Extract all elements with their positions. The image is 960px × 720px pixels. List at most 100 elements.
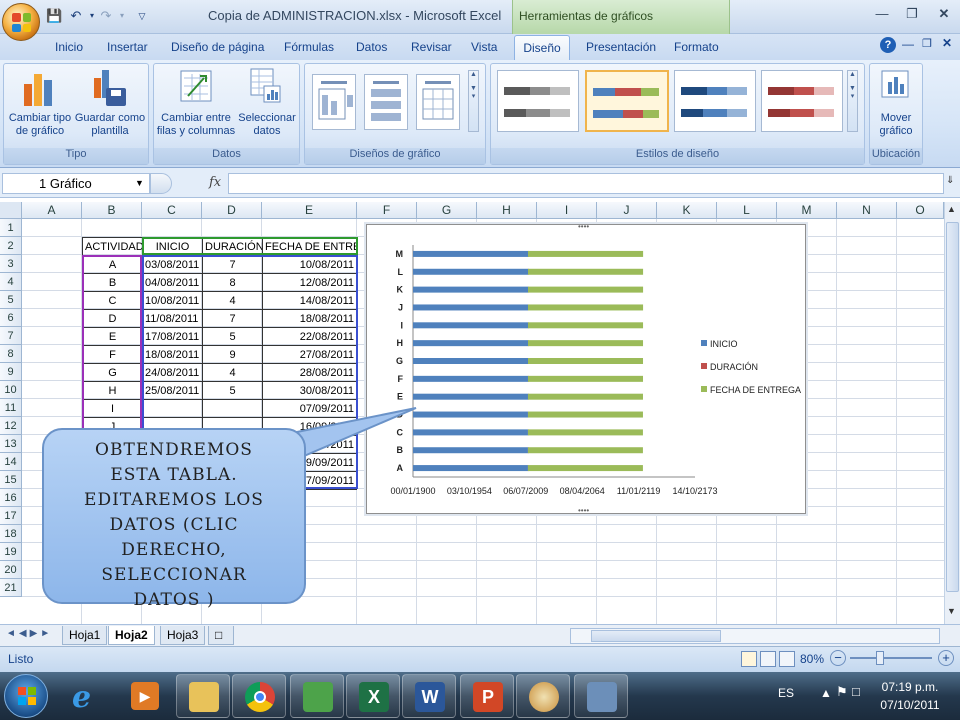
taskbar-excel-icon[interactable]: X	[346, 674, 400, 718]
chart-style-3[interactable]	[674, 70, 756, 132]
row-header[interactable]: 11	[0, 399, 22, 417]
zoom-slider-thumb[interactable]	[876, 651, 884, 665]
save-template-button[interactable]: Guardar como plantilla	[74, 66, 146, 146]
chart-area[interactable]: ABCDEFGHIJKLM00/01/190003/10/195406/07/2…	[366, 224, 806, 514]
tab-inicio[interactable]: Inicio	[55, 40, 83, 54]
column-header[interactable]: L	[717, 202, 777, 219]
wb-minimize-icon[interactable]: —	[902, 37, 914, 51]
table-header-cell[interactable]: INICIO	[142, 237, 203, 256]
scroll-up-icon[interactable]: ▲	[947, 204, 956, 214]
help-icon[interactable]: ?	[880, 37, 896, 53]
tab-vista[interactable]: Vista	[471, 40, 497, 54]
chart-style-4[interactable]	[761, 70, 843, 132]
taskbar-chrome-icon[interactable]	[232, 674, 286, 718]
sheet-tab-hoja3[interactable]: Hoja3	[160, 626, 206, 645]
row-header[interactable]: 19	[0, 543, 22, 561]
tab-datos[interactable]: Datos	[356, 40, 387, 54]
table-cell[interactable]: 10/08/2011	[142, 291, 203, 310]
column-header[interactable]: E	[262, 202, 357, 219]
row-header[interactable]: 18	[0, 525, 22, 543]
styles-scroll[interactable]: ▲ ▼ ▾	[847, 70, 858, 132]
taskbar-ie-icon[interactable]: e	[60, 674, 114, 718]
expand-formula-icon[interactable]: ⇓	[946, 175, 954, 186]
row-header[interactable]: 21	[0, 579, 22, 597]
customize-qat-icon[interactable]: ▽	[134, 8, 150, 24]
save-icon[interactable]: 💾	[46, 8, 62, 24]
table-cell[interactable]: 9	[202, 345, 263, 364]
taskbar-window-icon[interactable]	[574, 674, 628, 718]
redo-icon[interactable]: ↷	[98, 8, 114, 24]
taskbar-media-player-icon[interactable]: ▶	[118, 674, 172, 718]
table-cell[interactable]: 4	[202, 363, 263, 382]
row-header[interactable]: 8	[0, 345, 22, 363]
fx-icon[interactable]: fx	[209, 175, 221, 190]
taskbar-powerpoint-icon[interactable]: P	[460, 674, 514, 718]
column-header[interactable]: H	[477, 202, 537, 219]
minimize-icon[interactable]: —	[870, 4, 894, 24]
tab-formulas[interactable]: Fórmulas	[284, 40, 334, 54]
page-break-view-icon[interactable]	[779, 651, 795, 667]
tab-diseno-pagina[interactable]: Diseño de página	[171, 40, 264, 54]
select-all-corner[interactable]	[0, 202, 22, 219]
table-cell[interactable]: 22/08/2011	[262, 327, 357, 346]
table-cell[interactable]: 8	[202, 273, 263, 292]
row-header[interactable]: 20	[0, 561, 22, 579]
move-chart-button[interactable]: Mover gráfico	[871, 66, 921, 146]
sheet-tab-hoja2[interactable]: Hoja2	[108, 626, 155, 645]
chart-style-2-selected[interactable]	[585, 70, 669, 132]
column-header[interactable]: M	[777, 202, 837, 219]
zoom-slider[interactable]	[850, 657, 932, 659]
table-cell[interactable]: G	[82, 363, 143, 382]
normal-view-icon[interactable]	[741, 651, 757, 667]
table-header-cell[interactable]: FECHA DE ENTREGA	[262, 237, 357, 256]
row-header[interactable]: 10	[0, 381, 22, 399]
table-cell[interactable]: 5	[202, 381, 263, 400]
table-cell[interactable]: 18/08/2011	[142, 345, 203, 364]
row-header[interactable]: 3	[0, 255, 22, 273]
table-cell[interactable]: 24/08/2011	[142, 363, 203, 382]
table-cell[interactable]: 04/08/2011	[142, 273, 203, 292]
row-header[interactable]: 13	[0, 435, 22, 453]
row-header[interactable]: 17	[0, 507, 22, 525]
table-cell[interactable]	[142, 399, 203, 418]
page-layout-view-icon[interactable]	[760, 651, 776, 667]
table-cell[interactable]: 03/08/2011	[142, 255, 203, 274]
tray-arrow-icon[interactable]: ▲	[820, 686, 832, 700]
zoom-in-icon[interactable]: +	[938, 650, 954, 666]
tab-diseno[interactable]: Diseño	[514, 35, 570, 61]
tab-revisar[interactable]: Revisar	[411, 40, 452, 54]
table-cell[interactable]: 14/08/2011	[262, 291, 357, 310]
tray-network-icon[interactable]: □	[852, 684, 860, 699]
chart-style-1[interactable]	[497, 70, 579, 132]
start-button[interactable]	[4, 674, 48, 718]
tray-time[interactable]: 07:19 p.m.	[880, 680, 940, 694]
chart-layout-3[interactable]	[416, 74, 460, 130]
insert-sheet-icon[interactable]: □	[208, 626, 234, 645]
redo-dropdown-icon[interactable]: ▾	[114, 8, 130, 24]
table-cell[interactable]: 5	[202, 327, 263, 346]
horizontal-scrollbar[interactable]	[570, 628, 940, 644]
row-header[interactable]: 6	[0, 309, 22, 327]
table-cell[interactable]: 18/08/2011	[262, 309, 357, 328]
vertical-scrollbar[interactable]: ▲ ▼	[944, 202, 960, 624]
row-header[interactable]: 1	[0, 219, 22, 237]
table-cell[interactable]: 7	[202, 255, 263, 274]
restore-icon[interactable]: ❐	[900, 4, 924, 24]
column-header[interactable]: D	[202, 202, 262, 219]
table-cell[interactable]: D	[82, 309, 143, 328]
column-header[interactable]: A	[22, 202, 82, 219]
row-header[interactable]: 9	[0, 363, 22, 381]
sheet-tab-hoja1[interactable]: Hoja1	[62, 626, 108, 645]
table-cell[interactable]: F	[82, 345, 143, 364]
name-box[interactable]: 1 Gráfico	[2, 173, 150, 194]
column-header[interactable]: K	[657, 202, 717, 219]
column-header[interactable]: B	[82, 202, 142, 219]
row-header[interactable]: 5	[0, 291, 22, 309]
table-cell[interactable]: 25/08/2011	[142, 381, 203, 400]
language-indicator[interactable]: ES	[778, 686, 794, 700]
column-header[interactable]: J	[597, 202, 657, 219]
name-box-dropdown-icon[interactable]: ▼	[135, 178, 144, 188]
row-header[interactable]: 16	[0, 489, 22, 507]
wb-close-icon[interactable]: ✕	[942, 36, 952, 50]
formula-input[interactable]	[228, 173, 944, 194]
